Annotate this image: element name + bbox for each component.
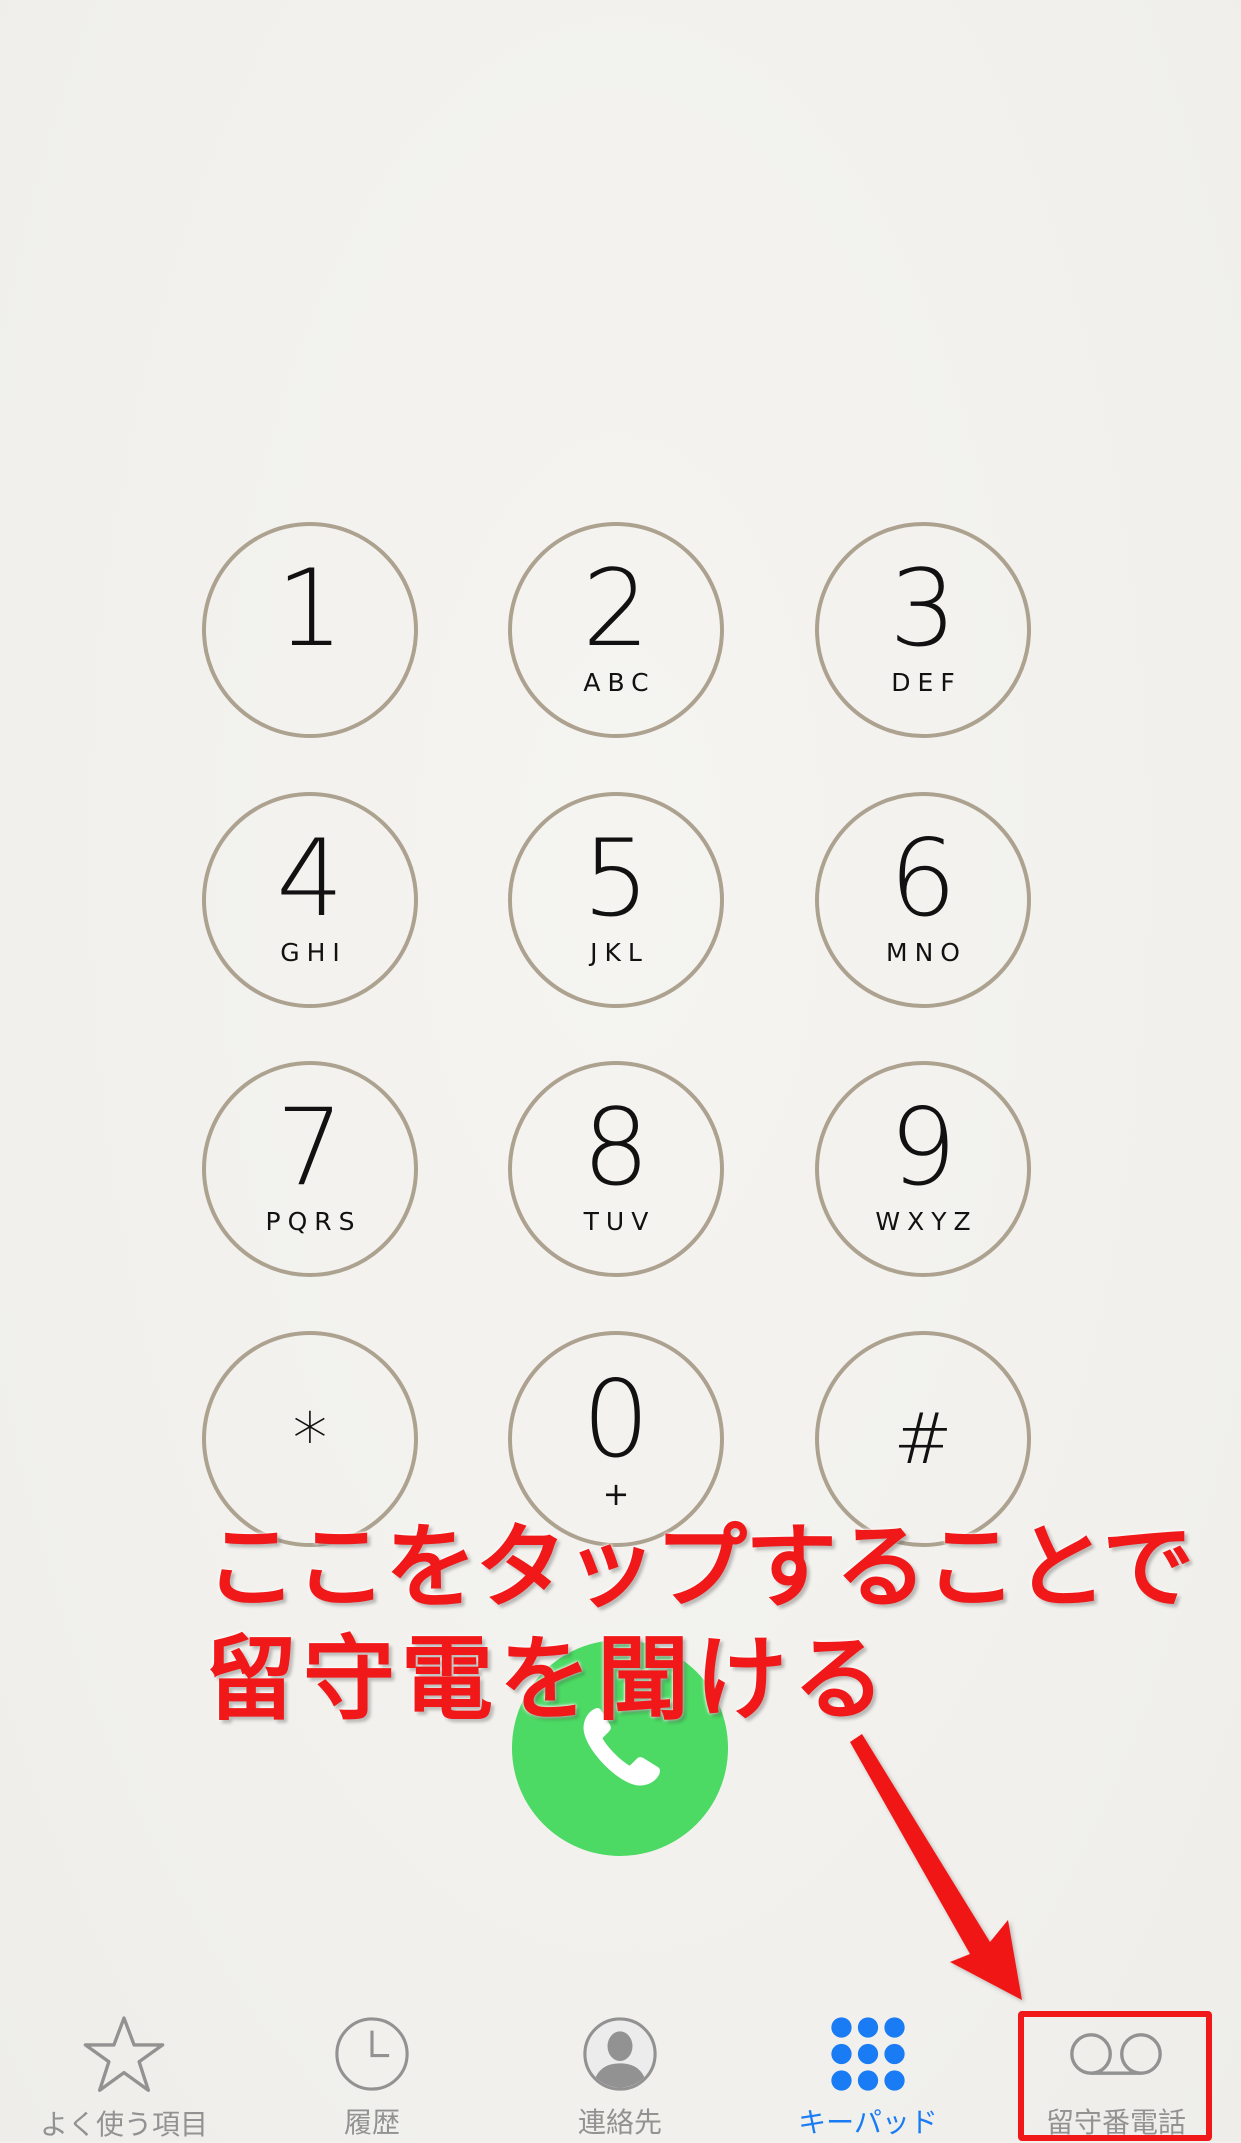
key-digit: 1 xyxy=(276,547,344,670)
key-4[interactable]: 4 GHI xyxy=(202,792,418,1008)
key-6[interactable]: 6 MNO xyxy=(815,792,1031,1008)
key-digit: 8 xyxy=(582,1086,650,1209)
annotation-text: ここをタップすることで 留守電を聞ける xyxy=(205,1512,1194,1736)
key-letters: TUV xyxy=(583,1207,656,1236)
key-digit: 4 xyxy=(276,817,344,940)
annotation-line-1: ここをタップすることで xyxy=(205,1514,1194,1621)
key-digit: 6 xyxy=(889,817,957,940)
tab-contacts[interactable]: 連絡先 xyxy=(496,1995,744,2141)
key-letters xyxy=(307,668,314,698)
key-letters: PQRS xyxy=(265,1207,362,1236)
tab-favorites[interactable]: よく使う項目 xyxy=(0,1995,248,2141)
annotation-highlight-box xyxy=(1018,2011,1212,2141)
key-digit: 7 xyxy=(276,1086,344,1209)
clock-icon xyxy=(335,2017,409,2091)
tab-label: よく使う項目 xyxy=(39,2108,208,2141)
key-letters: ABC xyxy=(583,668,656,697)
key-digit: 0 xyxy=(582,1358,650,1481)
key-symbol: # xyxy=(893,1398,953,1480)
key-5[interactable]: 5 JKL xyxy=(508,792,724,1008)
key-7[interactable]: 7 PQRS xyxy=(202,1061,418,1277)
tab-icon-wrap xyxy=(82,2013,166,2097)
key-2[interactable]: 2 ABC xyxy=(508,522,724,738)
keypad-icon xyxy=(831,2017,905,2091)
key-letters: JKL xyxy=(590,938,649,967)
key-1[interactable]: 1 xyxy=(202,522,418,738)
key-digit: 2 xyxy=(582,547,650,670)
tab-icon-wrap xyxy=(829,2013,907,2095)
phone-app-screen: 1 2 ABC 3 DEF 4 GHI 5 JKL 6 MNO 7 PQRS 8… xyxy=(0,0,1241,2141)
key-letters: GHI xyxy=(280,938,347,967)
key-3[interactable]: 3 DEF xyxy=(815,522,1031,738)
tab-keypad[interactable]: キーパッド xyxy=(744,1995,992,2141)
key-digit: 5 xyxy=(582,817,650,940)
key-letters: WXYZ xyxy=(875,1207,978,1236)
tab-label: 連絡先 xyxy=(577,2106,662,2139)
keypad: 1 2 ABC 3 DEF 4 GHI 5 JKL 6 MNO 7 PQRS 8… xyxy=(0,0,1241,1600)
tab-recents[interactable]: 履歴 xyxy=(248,1995,496,2141)
key-digit: 3 xyxy=(889,547,957,670)
annotation-line-2: 留守電を聞ける xyxy=(205,1626,892,1733)
tab-icon-wrap xyxy=(333,2013,411,2095)
tab-label: 履歴 xyxy=(343,2106,400,2139)
annotation-arrow xyxy=(850,1734,1022,2000)
key-letters: MNO xyxy=(886,938,967,967)
key-symbol: * xyxy=(292,1398,328,1480)
tab-icon-wrap xyxy=(581,2013,659,2095)
star-icon xyxy=(83,2016,165,2092)
tab-label: キーパッド xyxy=(798,2106,938,2139)
key-9[interactable]: 9 WXYZ xyxy=(815,1061,1031,1277)
key-letters: + xyxy=(602,1475,630,1513)
key-digit: 9 xyxy=(889,1086,957,1209)
contact-icon xyxy=(583,2017,657,2091)
key-letters: DEF xyxy=(891,668,962,697)
key-8[interactable]: 8 TUV xyxy=(508,1061,724,1277)
